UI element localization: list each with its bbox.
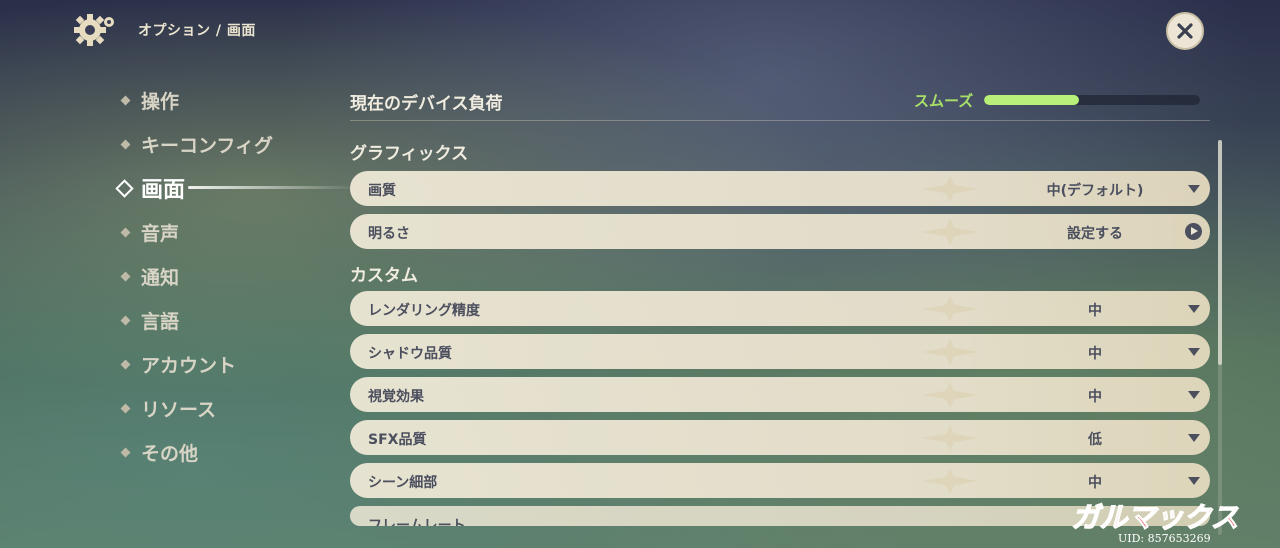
scrollbar[interactable] [1218, 140, 1222, 535]
ornament-icon [922, 468, 978, 494]
setting-label: シャドウ品質 [368, 346, 452, 362]
setting-value: 中 [1088, 389, 1102, 405]
diamond-icon [120, 403, 131, 413]
diamond-icon [120, 359, 131, 369]
setting-row-render-resolution[interactable]: レンダリング精度 中 [350, 291, 1210, 326]
setting-label: レンダリング精度 [368, 303, 480, 319]
ornament-icon [922, 296, 978, 322]
device-load-status: スムーズ [914, 92, 974, 110]
sidebar-item-audio[interactable]: 音声 [110, 210, 340, 254]
setting-label: 明るさ [368, 226, 410, 242]
close-icon [1177, 23, 1193, 39]
diamond-icon [120, 447, 131, 457]
setting-value: 中(デフォルト) [1046, 183, 1144, 199]
ornament-icon [922, 339, 978, 365]
setting-row-visual-effects[interactable]: 視覚効果 中 [350, 377, 1210, 412]
setting-row-quality[interactable]: 画質 中(デフォルト) [350, 171, 1210, 206]
device-load-title: 現在のデバイス負荷 [350, 94, 503, 114]
setting-row-sfx-quality[interactable]: SFX品質 低 [350, 420, 1210, 455]
diamond-icon [120, 139, 131, 149]
play-arrow-icon [1185, 223, 1202, 240]
section-heading-graphics: グラフィックス [350, 144, 469, 164]
settings-panel: 現在のデバイス負荷 スムーズ グラフィックス 画質 中(デフォルト) 明るさ 設… [350, 80, 1210, 534]
setting-value: 低 [1088, 432, 1102, 448]
diamond-icon [115, 178, 134, 198]
active-highlight [188, 186, 358, 189]
sidebar-item-label: 操作 [141, 90, 180, 113]
setting-label: フレームレート [368, 518, 466, 526]
top-bar: オプション / 画面 [0, 0, 1280, 60]
dropdown-arrow-icon [1188, 477, 1200, 485]
sidebar-item-display[interactable]: 画面 [110, 166, 358, 210]
ornament-icon [922, 176, 978, 202]
sidebar-item-notifications[interactable]: 通知 [110, 254, 340, 298]
dropdown-arrow-icon [1188, 185, 1200, 193]
sidebar-item-controls[interactable]: 操作 [110, 78, 340, 122]
sidebar-item-label: 音声 [141, 222, 180, 245]
setting-value: 中 [1088, 303, 1102, 319]
sidebar-item-label: キーコンフィグ [141, 134, 274, 157]
dropdown-arrow-icon [1188, 391, 1200, 399]
setting-row-shadow-quality[interactable]: シャドウ品質 中 [350, 334, 1210, 369]
sidebar-item-label: リソース [141, 398, 217, 421]
dropdown-arrow-icon [1188, 434, 1200, 442]
setting-label: 画質 [368, 183, 396, 199]
sidebar-item-label: その他 [141, 442, 199, 465]
dropdown-arrow-icon [1188, 348, 1200, 356]
sidebar-item-label: 通知 [141, 266, 180, 289]
diamond-icon [120, 315, 131, 325]
sidebar: 操作 キーコンフィグ 画面 音声 通知 言語 アカウント リソース その他 [110, 78, 358, 474]
diamond-icon [120, 271, 131, 281]
dropdown-arrow-icon [1188, 305, 1200, 313]
watermark-text: ガルマックス [1071, 501, 1238, 534]
sidebar-item-other[interactable]: その他 [110, 430, 340, 474]
diamond-icon [120, 95, 131, 105]
ornament-icon [922, 219, 978, 245]
section-heading-custom: カスタム [350, 266, 418, 286]
device-load-fill [984, 95, 1080, 105]
setting-label: 視覚効果 [368, 389, 424, 405]
device-load-bar [984, 95, 1200, 105]
setting-value: 設定する [1067, 226, 1123, 242]
setting-row-scene-detail[interactable]: シーン細部 中 [350, 463, 1210, 498]
setting-value: 中 [1088, 475, 1102, 491]
setting-row-brightness[interactable]: 明るさ 設定する [350, 214, 1210, 249]
sidebar-item-resources[interactable]: リソース [110, 386, 340, 430]
ornament-icon [922, 382, 978, 408]
scrollbar-thumb[interactable] [1218, 140, 1222, 365]
gear-icon [74, 14, 114, 46]
ornament-icon [922, 425, 978, 451]
breadcrumb: オプション / 画面 [138, 23, 256, 39]
sidebar-item-label: 画面 [141, 178, 186, 203]
setting-label: シーン細部 [368, 475, 438, 491]
uid-label: UID: 857653269 [1118, 532, 1211, 545]
sidebar-item-language[interactable]: 言語 [110, 298, 340, 342]
close-button[interactable] [1166, 12, 1204, 50]
watermark-logo: ガルマックス [1071, 500, 1239, 534]
sidebar-item-account[interactable]: アカウント [110, 342, 340, 386]
setting-label: SFX品質 [368, 432, 427, 448]
sidebar-item-label: アカウント [141, 354, 237, 377]
diamond-icon [120, 227, 131, 237]
sidebar-item-key-config[interactable]: キーコンフィグ [110, 122, 340, 166]
device-load-row: 現在のデバイス負荷 スムーズ [350, 80, 1210, 121]
sidebar-item-label: 言語 [141, 310, 180, 333]
setting-value: 中 [1088, 346, 1102, 362]
